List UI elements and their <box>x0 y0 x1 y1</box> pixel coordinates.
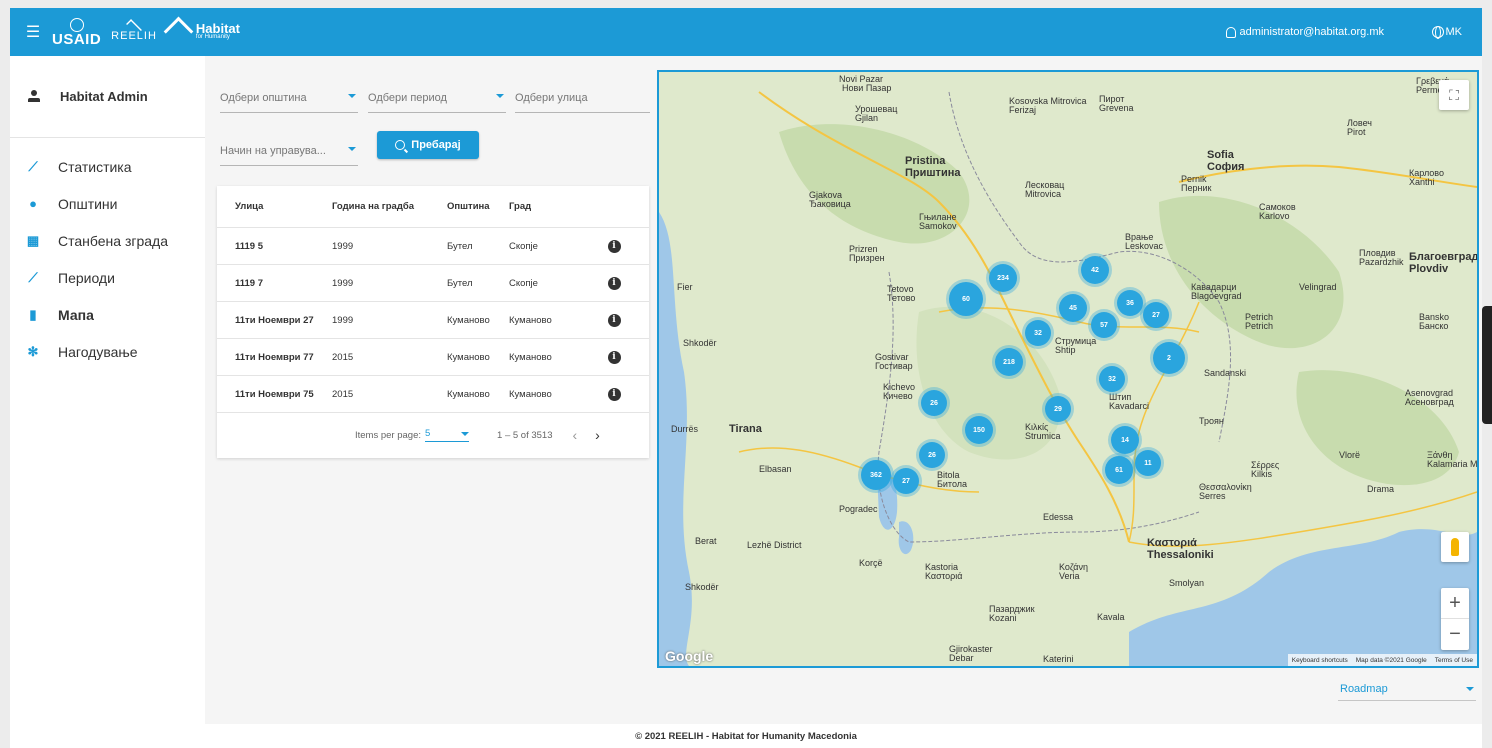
table-row[interactable]: 11ти Ноември 27 1999 Куманово Куманово i <box>217 302 649 339</box>
map-cluster-marker[interactable]: 32 <box>1099 366 1125 392</box>
keyboard-shortcuts-link[interactable]: Keyboard shortcuts <box>1292 657 1348 664</box>
column-header-municipality[interactable]: Општина <box>447 201 509 212</box>
chevron-down-icon <box>348 147 356 151</box>
table-row[interactable]: 1119 7 1999 Бутел Скопје i <box>217 265 649 302</box>
user-account-link[interactable]: administrator@habitat.org.mk <box>1225 8 1384 56</box>
sidebar-admin: Habitat Admin <box>10 56 205 138</box>
street-select[interactable]: Одбери улица <box>515 83 650 113</box>
pegman-icon <box>1451 538 1459 556</box>
browser-side-toolbar <box>1482 306 1492 424</box>
map-cluster-marker[interactable]: 60 <box>949 282 983 316</box>
chevron-down-icon <box>348 94 356 98</box>
period-select[interactable]: Одбери период <box>368 83 506 113</box>
usaid-seal-icon <box>69 17 84 32</box>
table-header: Улица Година на градба Општина Град <box>217 186 649 228</box>
sidebar: Habitat Admin ⟋ Статистика ● Општини ▦ С… <box>10 56 205 724</box>
fullscreen-button[interactable]: ⛶ <box>1439 80 1469 110</box>
footer: © 2021 REELIH - Habitat for Humanity Mac… <box>10 724 1482 748</box>
map-cluster-marker[interactable]: 27 <box>1143 302 1169 328</box>
map-view[interactable]: Novi Pazar Нови Пазар Урошевац Gjilan Ko… <box>657 70 1479 668</box>
map-cluster-marker[interactable]: 29 <box>1045 396 1071 422</box>
language-switcher[interactable]: MK <box>1431 8 1462 56</box>
usaid-logo: USAID <box>52 17 101 47</box>
items-per-page-select[interactable]: 5 <box>425 428 470 442</box>
reelih-logo: REELIH <box>111 18 157 43</box>
globe-icon <box>1431 26 1444 39</box>
info-icon[interactable]: i <box>607 350 621 364</box>
previous-page-icon[interactable]: ‹ <box>572 427 577 443</box>
google-logo: Google <box>665 648 714 664</box>
street-view-pegman[interactable] <box>1441 532 1469 562</box>
map-cluster-marker[interactable]: 11 <box>1135 450 1161 476</box>
map-cluster-marker[interactable]: 14 <box>1111 426 1139 454</box>
chevron-down-icon <box>496 94 504 98</box>
municipality-select[interactable]: Одбери општина <box>220 83 358 113</box>
info-icon[interactable]: i <box>607 313 621 327</box>
table-row[interactable]: 11ти Ноември 77 2015 Куманово Куманово i <box>217 339 649 376</box>
management-select[interactable]: Начин на управува... <box>220 136 358 166</box>
menu-collapse-icon[interactable]: ☰ <box>22 21 44 43</box>
sidebar-item-statistics[interactable]: ⟋ Статистика <box>10 148 205 185</box>
map-cluster-marker[interactable]: 42 <box>1081 256 1109 284</box>
main-content: Habitat Admin ⟋ Статистика ● Општини ▦ С… <box>10 56 1482 724</box>
info-icon[interactable]: i <box>607 387 621 401</box>
fullscreen-icon: ⛶ <box>1449 86 1459 103</box>
sidebar-nav: ⟋ Статистика ● Општини ▦ Станбена зграда… <box>10 138 205 370</box>
globe-icon: ● <box>29 195 37 211</box>
zoom-in-button[interactable]: + <box>1441 588 1469 619</box>
info-icon[interactable]: i <box>607 239 621 253</box>
map-cluster-marker[interactable]: 57 <box>1091 312 1117 338</box>
sidebar-item-map[interactable]: ▮ Мапа <box>10 296 205 333</box>
zoom-control: + − <box>1441 588 1469 650</box>
map-cluster-marker[interactable]: 362 <box>861 460 891 490</box>
sidebar-item-periods[interactable]: ⟋ Периоди <box>10 259 205 296</box>
zoom-out-button[interactable]: − <box>1441 619 1469 650</box>
map-cluster-marker[interactable]: 2 <box>1153 342 1185 374</box>
top-app-bar: ☰ USAID REELIH Habitat for Humanity admin… <box>10 8 1482 56</box>
map-type-select[interactable]: Roadmap <box>1338 677 1476 701</box>
next-page-icon[interactable]: › <box>595 427 600 443</box>
chevron-down-icon <box>1466 687 1474 691</box>
search-button[interactable]: Пребарај <box>377 131 479 159</box>
trending-up-icon: ⟋ <box>28 269 38 285</box>
map-attribution: Keyboard shortcuts Map data ©2021 Google… <box>1287 654 1477 666</box>
map-cluster-marker[interactable]: 26 <box>921 390 947 416</box>
habitat-logo: Habitat for Humanity <box>165 21 240 43</box>
person-icon <box>28 90 40 103</box>
sidebar-item-buildings[interactable]: ▦ Станбена зграда <box>10 222 205 259</box>
column-header-street[interactable]: Улица <box>217 201 332 212</box>
sidebar-item-settings[interactable]: ✻ Нагодување <box>10 333 205 370</box>
table-row[interactable]: 1119 5 1999 Бутел Скопје i <box>217 228 649 265</box>
map-cluster-marker[interactable]: 45 <box>1059 294 1087 322</box>
trending-up-icon: ⟋ <box>28 158 38 174</box>
terms-of-use-link[interactable]: Terms of Use <box>1435 657 1473 664</box>
column-header-year[interactable]: Година на градба <box>332 201 447 212</box>
page-range: 1 – 5 of 3513 <box>497 429 553 441</box>
search-icon <box>395 140 406 150</box>
map-icon: ▮ <box>29 306 37 322</box>
map-cluster-marker[interactable]: 27 <box>893 468 919 494</box>
map-cluster-marker[interactable]: 234 <box>989 264 1017 292</box>
column-header-city[interactable]: Град <box>509 201 589 212</box>
building-icon: ▦ <box>26 232 40 248</box>
map-data-credit: Map data ©2021 Google <box>1355 656 1427 664</box>
paginator: Items per page: 5 1 – 5 of 3513 ‹ › <box>355 427 600 443</box>
map-cluster-marker[interactable]: 26 <box>919 442 945 468</box>
user-icon <box>1225 26 1236 38</box>
sidebar-item-municipalities[interactable]: ● Општини <box>10 185 205 222</box>
map-cluster-marker[interactable]: 32 <box>1025 320 1051 346</box>
info-icon[interactable]: i <box>607 276 621 290</box>
gear-icon: ✻ <box>27 343 39 359</box>
buildings-table: Улица Година на градба Општина Град 1119… <box>217 186 649 458</box>
habitat-house-icon <box>165 21 193 43</box>
chevron-down-icon <box>461 432 470 436</box>
map-cluster-marker[interactable]: 61 <box>1105 456 1133 484</box>
map-cluster-marker[interactable]: 218 <box>995 348 1023 376</box>
table-row[interactable]: 11ти Ноември 75 2015 Куманово Куманово i <box>217 376 649 413</box>
map-cluster-marker[interactable]: 150 <box>965 416 993 444</box>
map-cluster-marker[interactable]: 36 <box>1117 290 1143 316</box>
